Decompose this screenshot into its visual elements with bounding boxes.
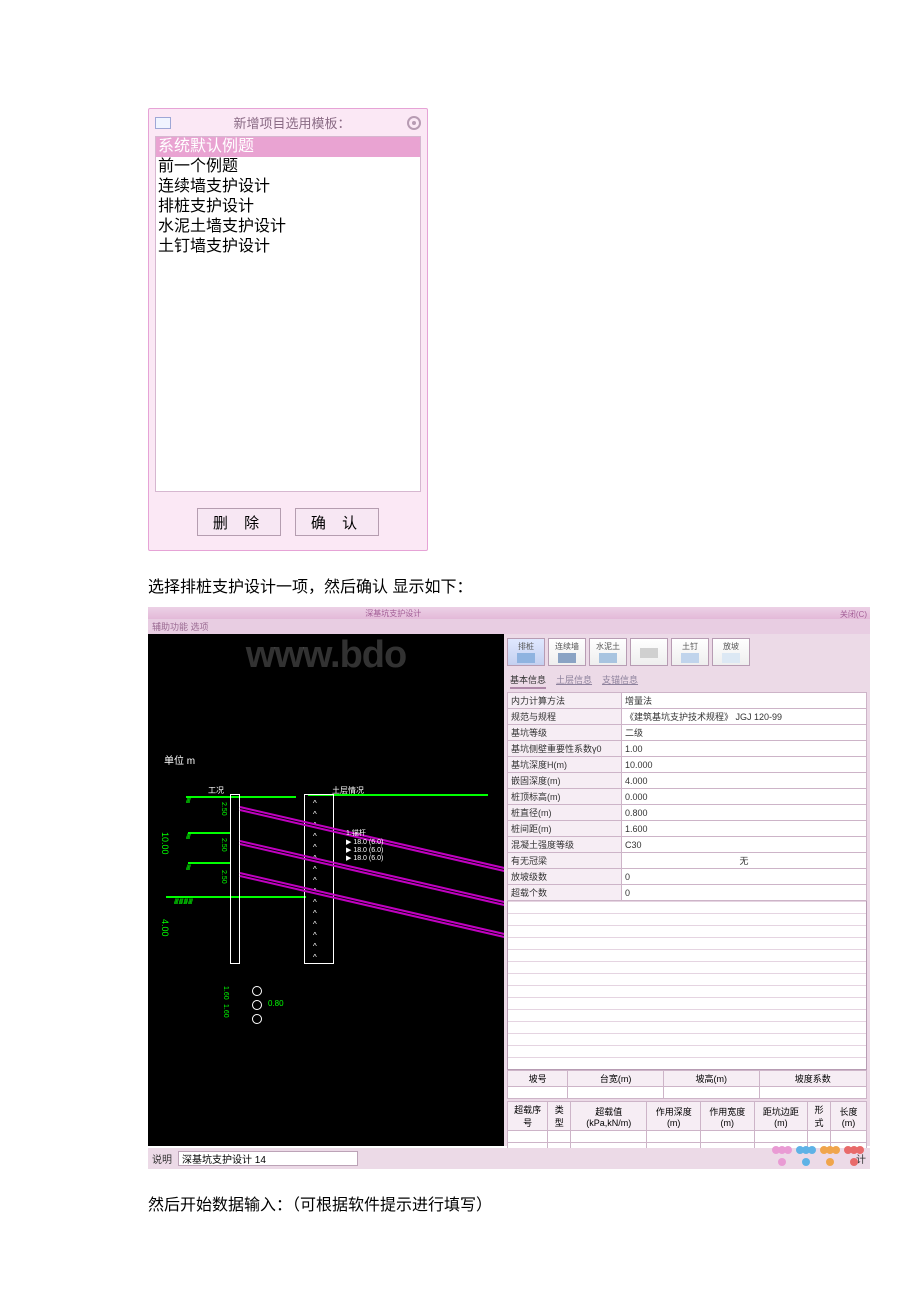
list-item[interactable]: 前一个例题 bbox=[156, 157, 420, 177]
app-body: www.bdo 单位 m 工况 土层情况 //// //// //// ////… bbox=[148, 634, 870, 1146]
status-input[interactable] bbox=[178, 1151, 358, 1166]
app-title: 深基坑支护设计 bbox=[365, 608, 421, 619]
app-menubar[interactable]: 辅助功能 选项 bbox=[148, 619, 870, 634]
tool-pile[interactable]: 排桩 bbox=[507, 638, 545, 666]
list-item[interactable]: 系统默认例题 bbox=[156, 137, 420, 157]
decorative-flowers-icon bbox=[772, 1146, 866, 1166]
dim-total: 10.00 bbox=[160, 832, 170, 855]
list-item[interactable]: 排桩支护设计 bbox=[156, 197, 420, 217]
dialog-title: 新增项目选用模板： bbox=[177, 113, 407, 132]
instruction-text-1: 选择排桩支护设计一项，然后确认 显示如下： bbox=[148, 573, 900, 597]
tab-soil[interactable]: 土层信息 bbox=[556, 673, 592, 689]
tabs: 基本信息 土层信息 支锚信息 bbox=[504, 670, 870, 689]
window-controls: 关闭(C) bbox=[840, 609, 867, 617]
tab-anchor[interactable]: 支锚信息 bbox=[602, 673, 638, 689]
toolbar: 排桩 连续墙 水泥土 土钉 放坡 bbox=[504, 634, 870, 670]
template-listbox[interactable]: 系统默认例题 前一个例题 连续墙支护设计 排桩支护设计 水泥土墙支护设计 土钉墙… bbox=[155, 136, 421, 492]
list-item[interactable]: 连续墙支护设计 bbox=[156, 177, 420, 197]
dim-embed: 4.00 bbox=[160, 919, 170, 937]
right-panel: 排桩 连续墙 水泥土 土钉 放坡 基本信息 土层信息 支锚信息 内力计算方法增量… bbox=[504, 634, 870, 1146]
close-icon[interactable] bbox=[407, 116, 421, 130]
tool-cement[interactable]: 水泥土 bbox=[589, 638, 627, 666]
confirm-button[interactable]: 确 认 bbox=[295, 508, 379, 536]
status-bar: 说明 计 bbox=[148, 1148, 870, 1169]
list-item[interactable]: 水泥土墙支护设计 bbox=[156, 217, 420, 237]
tool-blank[interactable] bbox=[630, 638, 668, 666]
dialog-buttons: 删 除 确 认 bbox=[149, 498, 427, 550]
tool-wall[interactable]: 连续墙 bbox=[548, 638, 586, 666]
drawing-canvas[interactable]: www.bdo 单位 m 工况 土层情况 //// //// //// ////… bbox=[148, 634, 504, 1146]
close-label[interactable]: 关闭(C) bbox=[840, 609, 867, 617]
circle-dim: 0.80 bbox=[268, 999, 284, 1008]
tab-basic[interactable]: 基本信息 bbox=[510, 673, 546, 689]
system-menu-icon[interactable] bbox=[155, 117, 171, 129]
slope-table[interactable]: 坡号 台宽(m) 坡高(m) 坡度系数 bbox=[507, 1070, 867, 1099]
app-titlebar: 深基坑支护设计 关闭(C) bbox=[148, 607, 870, 619]
tool-nail[interactable]: 土钉 bbox=[671, 638, 709, 666]
status-label: 说明 bbox=[152, 1151, 172, 1166]
delete-button[interactable]: 删 除 bbox=[197, 508, 281, 536]
top-label-left: 工况 bbox=[208, 785, 224, 796]
app-window: 深基坑支护设计 关闭(C) 辅助功能 选项 www.bdo 单位 m 工况 土层… bbox=[148, 607, 870, 1169]
tool-slope[interactable]: 放坡 bbox=[712, 638, 750, 666]
info-table-filler bbox=[507, 901, 867, 1070]
basic-info-table[interactable]: 内力计算方法增量法 规范与规程《建筑基坑支护技术规程》 JGJ 120-99 基… bbox=[507, 692, 867, 901]
top-label-right: 土层情况 bbox=[332, 785, 364, 796]
unit-label: 单位 m bbox=[164, 752, 195, 767]
instruction-text-2: 然后开始数据输入：（可根据软件提示进行填写） bbox=[148, 1191, 900, 1215]
list-item[interactable]: 土钉墙支护设计 bbox=[156, 237, 420, 257]
watermark: www.bdo bbox=[148, 634, 504, 677]
template-dialog: 新增项目选用模板： 系统默认例题 前一个例题 连续墙支护设计 排桩支护设计 水泥… bbox=[148, 108, 428, 551]
dialog-titlebar: 新增项目选用模板： bbox=[149, 109, 427, 136]
